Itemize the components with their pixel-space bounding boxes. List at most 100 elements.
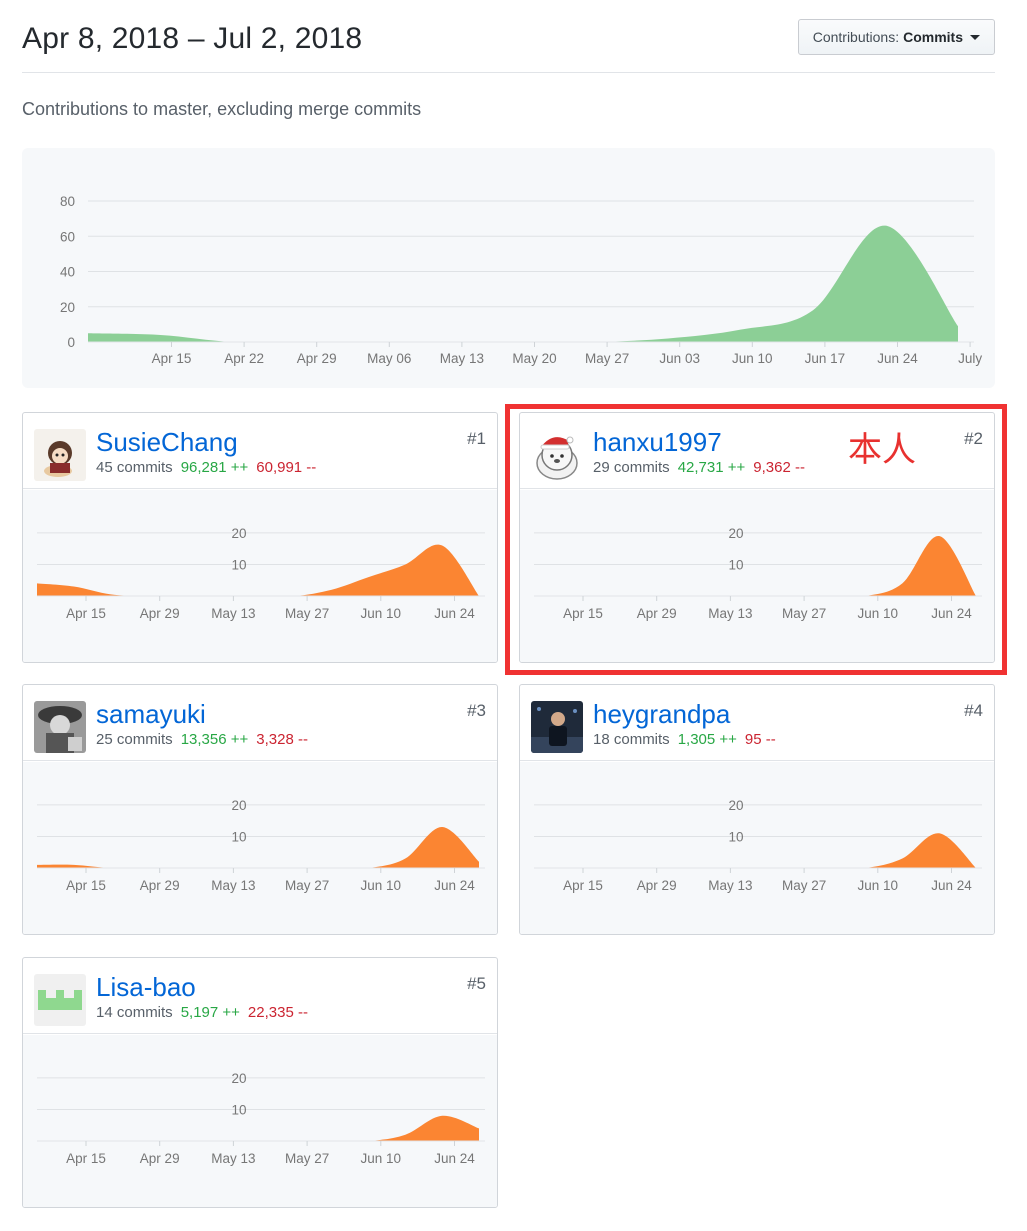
- deletions-count: 60,991 --: [256, 459, 317, 476]
- annotation-label: 本人: [848, 430, 916, 470]
- commits-count-link[interactable]: 29 commits: [593, 459, 670, 476]
- contributor-stats: 45 commits 96,281 ++ 60,991 --: [96, 459, 316, 476]
- x-tick-label: Jun 10: [361, 878, 402, 893]
- x-tick-label: Jun 24: [434, 878, 475, 893]
- x-tick-label: May 27: [782, 606, 826, 621]
- commits-count-link[interactable]: 45 commits: [96, 459, 173, 476]
- contributor-rank: #1: [467, 429, 486, 448]
- avatar-image-icon: [531, 701, 583, 753]
- additions-count: 1,305 ++: [677, 731, 737, 748]
- avatar-image-icon: [531, 429, 583, 481]
- avatar[interactable]: [34, 974, 86, 1026]
- y-tick-label: 80: [60, 194, 75, 209]
- contributor-chart-svg: 10 20 Apr 15 Apr 29 May 13 May 27 Jun 10 Jun 24: [37, 526, 485, 621]
- x-tick-label: July: [958, 351, 982, 366]
- y-tick-label: 10: [728, 829, 743, 844]
- avatar-image-icon: [34, 701, 86, 753]
- contributor-username-link[interactable]: samayuki: [96, 699, 206, 730]
- contributor-card-header: hanxu1997 29 commits 42,731 ++ 9,362 -- #2: [520, 413, 994, 489]
- x-tick-label: May 13: [440, 351, 484, 366]
- x-tick-label: Apr 15: [152, 351, 192, 366]
- avatar[interactable]: [531, 429, 583, 481]
- contributor-chart-svg: 10 20 Apr 15 Apr 29 May 13 May 27 Jun 10 Jun 24: [37, 798, 485, 893]
- contributor-chart: 10 20 Apr 15 Apr 29 May 13 May 27 Jun 10 Jun 24: [520, 490, 994, 662]
- deletions-count: 95 --: [744, 731, 776, 748]
- x-tick-label: May 06: [367, 351, 411, 366]
- avatar[interactable]: [34, 701, 86, 753]
- contributor-rank: #2: [964, 429, 983, 448]
- contributor-card: hanxu1997 29 commits 42,731 ++ 9,362 -- #2…: [519, 412, 995, 663]
- x-tick-label: Apr 15: [563, 878, 603, 893]
- contributor-chart-svg: 10 20 Apr 15 Apr 29 May 13 May 27 Jun 10 Jun 24: [534, 798, 982, 893]
- avatar-image-icon: [34, 429, 86, 481]
- y-tick-label: 0: [67, 335, 75, 350]
- contributor-username-link[interactable]: heygrandpa: [593, 699, 730, 730]
- contributor-stats: 18 commits 1,305 ++ 95 --: [593, 731, 776, 748]
- commits-count-link[interactable]: 25 commits: [96, 731, 173, 748]
- x-tick-label: May 13: [211, 606, 255, 621]
- avatar[interactable]: [34, 429, 86, 481]
- contributor-rank: #3: [467, 701, 486, 720]
- y-tick-label: 20: [231, 1071, 246, 1086]
- contributor-card: heygrandpa 18 commits 1,305 ++ 95 -- #4 10…: [519, 684, 995, 935]
- x-tick-label: Apr 22: [224, 351, 264, 366]
- contributor-chart: 10 20 Apr 15 Apr 29 May 13 May 27 Jun 10 Jun 24: [520, 762, 994, 934]
- y-tick-label: 20: [728, 526, 743, 541]
- x-tick-label: Jun 10: [361, 606, 402, 621]
- additions-count: 13,356 ++: [180, 731, 249, 748]
- commits-count-link[interactable]: 14 commits: [96, 1004, 173, 1021]
- y-tick-label: 10: [231, 557, 246, 572]
- x-tick-label: Jun 10: [732, 351, 773, 366]
- x-tick-label: May 13: [211, 1151, 255, 1166]
- caret-down-icon: [970, 34, 980, 40]
- x-tick-label: Jun 03: [659, 351, 700, 366]
- avatar[interactable]: [531, 701, 583, 753]
- contributor-card-header: samayuki 25 commits 13,356 ++ 3,328 -- #3: [23, 685, 497, 761]
- x-tick-label: May 27: [285, 878, 329, 893]
- x-tick-label: Apr 29: [637, 606, 677, 621]
- contributor-username-link[interactable]: Lisa-bao: [96, 972, 196, 1003]
- x-tick-label: Jun 10: [858, 878, 899, 893]
- additions-count: 96,281 ++: [180, 459, 249, 476]
- contributions-select-value: Commits: [903, 29, 963, 45]
- y-tick-label: 20: [60, 300, 75, 315]
- x-tick-label: Apr 29: [140, 606, 180, 621]
- x-tick-label: May 20: [512, 351, 556, 366]
- x-tick-label: Apr 15: [66, 878, 106, 893]
- commits-count-link[interactable]: 18 commits: [593, 731, 670, 748]
- x-tick-label: Jun 24: [931, 878, 972, 893]
- x-tick-label: May 13: [708, 878, 752, 893]
- contributor-chart: 10 20 Apr 15 Apr 29 May 13 May 27 Jun 10 Jun 24: [23, 1035, 497, 1207]
- x-tick-label: Jun 17: [805, 351, 846, 366]
- x-tick-label: Jun 10: [858, 606, 899, 621]
- deletions-count: 22,335 --: [247, 1004, 308, 1021]
- x-tick-label: May 27: [285, 606, 329, 621]
- area-series: [534, 535, 976, 596]
- contributor-stats: 29 commits 42,731 ++ 9,362 --: [593, 459, 805, 476]
- x-tick-label: May 27: [585, 351, 629, 366]
- contributions-type-select[interactable]: Contributions: Commits: [797, 19, 995, 55]
- contributor-card-header: Lisa-bao 14 commits 5,197 ++ 22,335 -- #5: [23, 958, 497, 1034]
- y-tick-label: 40: [60, 265, 75, 280]
- contributor-stats: 14 commits 5,197 ++ 22,335 --: [96, 1004, 308, 1021]
- contributor-card: SusieChang 45 commits 96,281 ++ 60,991 -- …: [22, 412, 498, 663]
- area-series: [37, 1115, 479, 1141]
- x-tick-label: Apr 29: [140, 878, 180, 893]
- additions-count: 5,197 ++: [180, 1004, 240, 1021]
- deletions-count: 3,328 --: [256, 731, 308, 748]
- contributions-select-label: Contributions:: [812, 29, 900, 45]
- contributor-card-header: heygrandpa 18 commits 1,305 ++ 95 -- #4: [520, 685, 994, 761]
- x-tick-label: Apr 15: [66, 606, 106, 621]
- chart-subtitle: Contributions to master, excluding merge…: [22, 99, 422, 119]
- y-tick-label: 60: [60, 229, 75, 244]
- x-tick-label: Apr 15: [563, 606, 603, 621]
- x-tick-label: Jun 10: [361, 1151, 402, 1166]
- contributor-username-link[interactable]: SusieChang: [96, 427, 238, 458]
- contributor-card: Lisa-bao 14 commits 5,197 ++ 22,335 -- #5 …: [22, 957, 498, 1208]
- contributor-rank: #5: [467, 974, 486, 993]
- contributor-chart: 10 20 Apr 15 Apr 29 May 13 May 27 Jun 10 Jun 24: [23, 490, 497, 662]
- contributor-username-link[interactable]: hanxu1997: [593, 427, 722, 458]
- y-tick-label: 20: [231, 526, 246, 541]
- page-header: Apr 8, 2018 – Jul 2, 2018 Contributions:…: [22, 0, 995, 73]
- additions-count: 42,731 ++: [677, 459, 746, 476]
